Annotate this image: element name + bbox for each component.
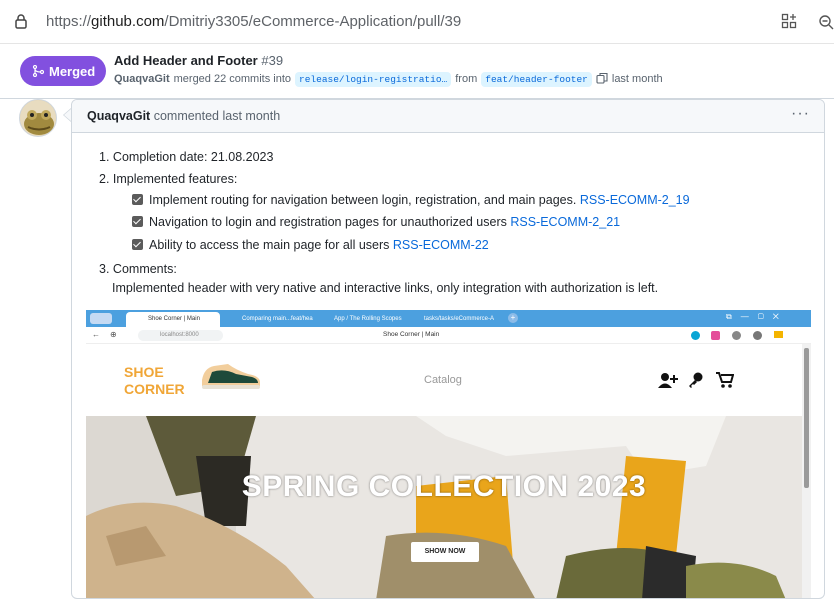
lock-icon[interactable]: [14, 13, 28, 34]
checkbox-checked[interactable]: [132, 239, 143, 250]
head-branch[interactable]: feat/header-footer: [481, 71, 592, 87]
screenshot-nav-bar: ←⊕ localhost:8000 Shoe Corner | Main: [86, 327, 811, 344]
screenshot-tab: App / The Rolling Scopes: [334, 316, 402, 322]
comment-header: QuaqvaGit commented last month ···: [72, 100, 824, 133]
avatar[interactable]: [19, 99, 57, 137]
copy-icon[interactable]: [596, 72, 608, 87]
comment-menu-button[interactable]: ···: [791, 105, 810, 123]
extension-icon: [711, 331, 720, 340]
pr-header: Merged Add Header and Footer #39 QuaqvaG…: [0, 44, 834, 99]
hero-image: [86, 416, 802, 598]
screenshot-tab-strip: Shoe Corner | Main Comparing main...feat…: [86, 310, 811, 327]
issue-link[interactable]: RSS-ECOMM-2_21: [510, 215, 620, 229]
url-text[interactable]: https://github.com/Dmitriy3305/eCommerce…: [46, 13, 461, 30]
key-icon[interactable]: [688, 372, 704, 391]
checkbox-checked[interactable]: [132, 194, 143, 205]
task-item: Ability to access the main page for all …: [132, 238, 489, 252]
add-user-icon[interactable]: [658, 372, 678, 391]
screenshot-page-title: Shoe Corner | Main: [383, 331, 440, 338]
list-item: 2. Implemented features:: [99, 172, 238, 186]
task-item: Implement routing for navigation between…: [132, 193, 690, 207]
merge-icon: [32, 65, 44, 77]
list-item: 1. Completion date: 21.08.2023: [99, 150, 274, 164]
merged-time: last month: [611, 73, 663, 85]
browser-address-bar: https://github.com/Dmitriy3305/eCommerce…: [0, 0, 834, 44]
merged-badge: Merged: [20, 56, 106, 86]
merged-text: merged 22 commits into: [173, 73, 292, 85]
cart-icon[interactable]: [716, 372, 735, 391]
show-now-button[interactable]: SHOW NOW: [411, 542, 479, 562]
site-header: SHOE CORNER Catalog: [86, 344, 802, 416]
hero-title: SPRING COLLECTION 2023: [241, 470, 647, 503]
app-available-icon[interactable]: [781, 13, 797, 34]
embedded-screenshot[interactable]: Shoe Corner | Main Comparing main...feat…: [86, 310, 811, 598]
hero-banner: SPRING COLLECTION 2023 SHOW NOW: [86, 416, 802, 598]
task-item: Navigation to login and registration pag…: [132, 215, 620, 229]
screenshot-tab: tasks/tasks/eCommerce-A: [424, 316, 495, 322]
comment-author-line: QuaqvaGit commented last month: [87, 109, 281, 123]
site-logo[interactable]: SHOE CORNER: [124, 364, 185, 398]
issue-link[interactable]: RSS-ECOMM-2_19: [580, 193, 690, 207]
new-tab-icon: +: [508, 313, 518, 323]
comment-author-link[interactable]: QuaqvaGit: [87, 109, 150, 123]
checkbox-checked[interactable]: [132, 216, 143, 227]
merged-label: Merged: [49, 63, 96, 79]
zoom-icon[interactable]: [818, 14, 834, 35]
issue-link[interactable]: RSS-ECOMM-22: [393, 238, 489, 252]
comment-card: QuaqvaGit commented last month ··· 1. Co…: [71, 99, 825, 599]
comment-text: Implemented header with very native and …: [112, 281, 659, 295]
nav-catalog-link[interactable]: Catalog: [424, 374, 462, 386]
shoe-logo-icon: [198, 360, 264, 395]
screenshot-scrollbar: [802, 344, 811, 598]
tab-group-icon: [90, 313, 112, 324]
extension-icon: [774, 331, 783, 338]
window-controls-icon: ⧉—▢✕: [726, 312, 788, 321]
scrollbar-thumb: [804, 348, 809, 488]
pr-title: Add Header and Footer #39: [114, 53, 284, 68]
pr-subtitle: QuaqvaGit merged 22 commits into release…: [114, 71, 663, 87]
extension-icon: [753, 331, 762, 340]
list-item: 3. Comments:: [99, 262, 177, 276]
nav-arrows-icon: ←⊕: [92, 330, 127, 339]
comment-arrow-inner: [64, 109, 71, 121]
screenshot-tab: Comparing main...feat/hea: [242, 316, 313, 322]
pr-author-link[interactable]: QuaqvaGit: [114, 73, 170, 85]
from-text: from: [455, 73, 478, 85]
base-branch[interactable]: release/login-registratio…: [295, 71, 452, 87]
pr-number: #39: [261, 53, 284, 68]
extension-icon: [691, 331, 700, 340]
extension-icon: [732, 331, 741, 340]
screenshot-address: localhost:8000: [138, 330, 223, 341]
screenshot-tab: Shoe Corner | Main: [126, 312, 220, 327]
